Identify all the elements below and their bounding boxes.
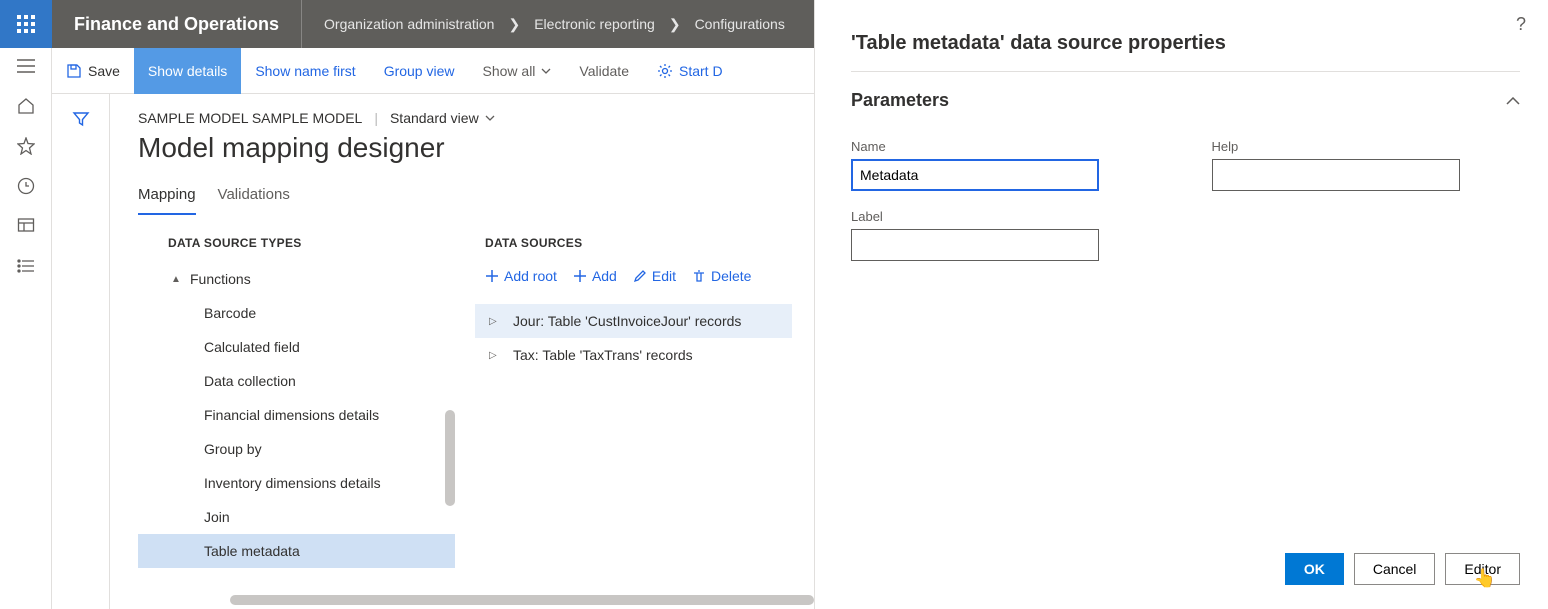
breadcrumb-item[interactable]: Electronic reporting (534, 16, 655, 32)
label-input[interactable] (851, 229, 1099, 261)
panel-title: 'Table metadata' data source properties (851, 32, 1520, 55)
caret-right-icon: ▷ (489, 316, 503, 327)
column-header: DATA SOURCES (475, 230, 792, 262)
horizontal-scrollbar[interactable] (230, 595, 814, 605)
ok-button[interactable]: OK (1285, 553, 1344, 585)
waffle-icon (17, 15, 35, 33)
main-content: SAMPLE MODEL SAMPLE MODEL | Standard vie… (110, 94, 814, 609)
chevron-down-icon (541, 68, 551, 74)
chevron-up-icon (1506, 97, 1520, 105)
cancel-button[interactable]: Cancel (1354, 553, 1436, 585)
save-icon (66, 63, 82, 79)
tab-validations[interactable]: Validations (218, 186, 290, 215)
tree-item[interactable]: Financial dimensions details (138, 398, 455, 432)
model-path: SAMPLE MODEL SAMPLE MODEL (138, 110, 362, 126)
gear-icon (657, 63, 673, 79)
show-name-first-button[interactable]: Show name first (241, 48, 369, 94)
breadcrumb: Organization administration ❯ Electronic… (302, 16, 807, 33)
chevron-right-icon: ❯ (508, 16, 520, 33)
star-icon[interactable] (16, 136, 36, 156)
clock-icon[interactable] (16, 176, 36, 196)
show-details-button[interactable]: Show details (134, 48, 241, 94)
tab-bar: Mapping Validations (138, 186, 792, 216)
workspace-icon[interactable] (16, 216, 36, 236)
help-input[interactable] (1212, 159, 1460, 191)
tree-item-table-metadata[interactable]: Table metadata (138, 534, 455, 568)
name-field: Name (851, 139, 1160, 191)
plus-icon (573, 269, 587, 283)
name-input[interactable] (851, 159, 1099, 191)
tree-item[interactable]: Inventory dimensions details (138, 466, 455, 500)
data-source-types-column: DATA SOURCE TYPES ▲ Functions Barcode Ca… (138, 230, 455, 590)
home-icon[interactable] (16, 96, 36, 116)
scrollbar[interactable] (445, 410, 455, 506)
editor-button[interactable]: Editor (1445, 553, 1520, 585)
save-button[interactable]: Save (52, 48, 134, 94)
help-icon[interactable]: ? (1516, 14, 1526, 35)
caret-down-icon: ▲ (168, 274, 184, 285)
add-root-button[interactable]: Add root (485, 268, 557, 284)
left-rail (0, 48, 52, 609)
view-selector[interactable]: Standard view (390, 110, 495, 126)
breadcrumb-item[interactable]: Organization administration (324, 16, 494, 32)
list-icon[interactable] (16, 256, 36, 276)
add-button[interactable]: Add (573, 268, 617, 284)
edit-button[interactable]: Edit (633, 268, 676, 284)
breadcrumb-item[interactable]: Configurations (695, 16, 785, 32)
hamburger-icon[interactable] (16, 56, 36, 76)
section-toggle-parameters[interactable]: Parameters (851, 90, 1520, 111)
data-source-row[interactable]: ▷ Jour: Table 'CustInvoiceJour' records (475, 304, 792, 338)
data-source-row[interactable]: ▷ Tax: Table 'TaxTrans' records (475, 338, 792, 372)
start-button[interactable]: Start D (643, 48, 737, 94)
show-all-dropdown[interactable]: Show all (469, 48, 566, 94)
group-view-button[interactable]: Group view (370, 48, 469, 94)
filter-icon[interactable] (72, 110, 90, 609)
chevron-down-icon (485, 115, 495, 121)
tree-item[interactable]: Calculated field (138, 330, 455, 364)
app-launcher-button[interactable] (0, 0, 52, 48)
label-field: Label (851, 209, 1160, 261)
tree-item[interactable]: Data collection (138, 364, 455, 398)
tree-item[interactable]: Join (138, 500, 455, 534)
help-field: Help (1212, 139, 1521, 191)
delete-button[interactable]: Delete (692, 268, 751, 284)
filter-strip (52, 94, 110, 609)
page-context: SAMPLE MODEL SAMPLE MODEL | Standard vie… (138, 110, 792, 126)
caret-right-icon: ▷ (489, 350, 503, 361)
plus-icon (485, 269, 499, 283)
tree-item[interactable]: Barcode (138, 296, 455, 330)
tree-node-functions[interactable]: ▲ Functions (138, 262, 455, 296)
trash-icon (692, 269, 706, 283)
column-header: DATA SOURCE TYPES (138, 230, 455, 262)
tree-item[interactable]: Group by (138, 432, 455, 466)
data-sources-column: DATA SOURCES Add root Add Edit Delete (475, 230, 792, 590)
app-title: Finance and Operations (52, 0, 302, 48)
pencil-icon (633, 269, 647, 283)
properties-panel: ? 'Table metadata' data source propertie… (814, 0, 1548, 609)
page-title: Model mapping designer (138, 132, 792, 164)
chevron-right-icon: ❯ (669, 16, 681, 33)
validate-button[interactable]: Validate (565, 48, 643, 94)
tab-mapping[interactable]: Mapping (138, 186, 196, 215)
command-bar: Save Show details Show name first Group … (52, 48, 814, 94)
